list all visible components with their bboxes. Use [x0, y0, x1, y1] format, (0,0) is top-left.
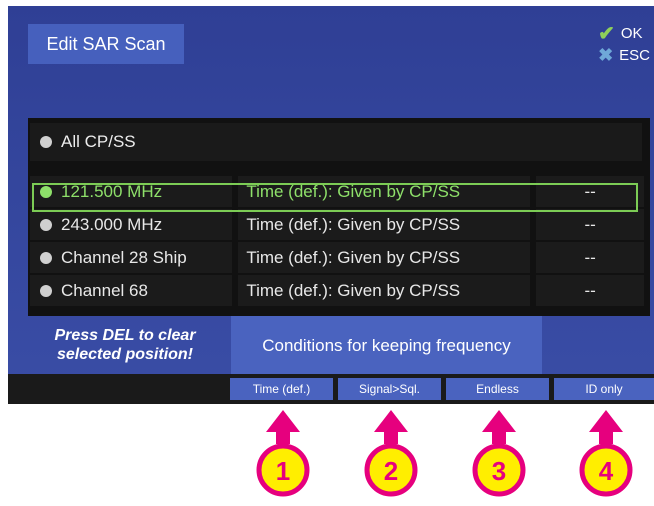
callout-1: 1 — [256, 410, 310, 497]
callout-number: 4 — [599, 456, 614, 486]
callout-4: 4 — [579, 410, 633, 497]
callout-layer: 1 2 3 4 — [256, 410, 633, 497]
arrow-up-icon — [589, 410, 623, 444]
callout-number: 2 — [384, 456, 398, 486]
callout-number: 3 — [492, 456, 506, 486]
arrow-up-icon — [482, 410, 516, 444]
arrow-up-icon — [266, 410, 300, 444]
callout-2: 2 — [364, 410, 418, 497]
arrow-up-icon — [374, 410, 408, 444]
callout-number: 1 — [276, 456, 290, 486]
callout-3: 3 — [472, 410, 526, 497]
